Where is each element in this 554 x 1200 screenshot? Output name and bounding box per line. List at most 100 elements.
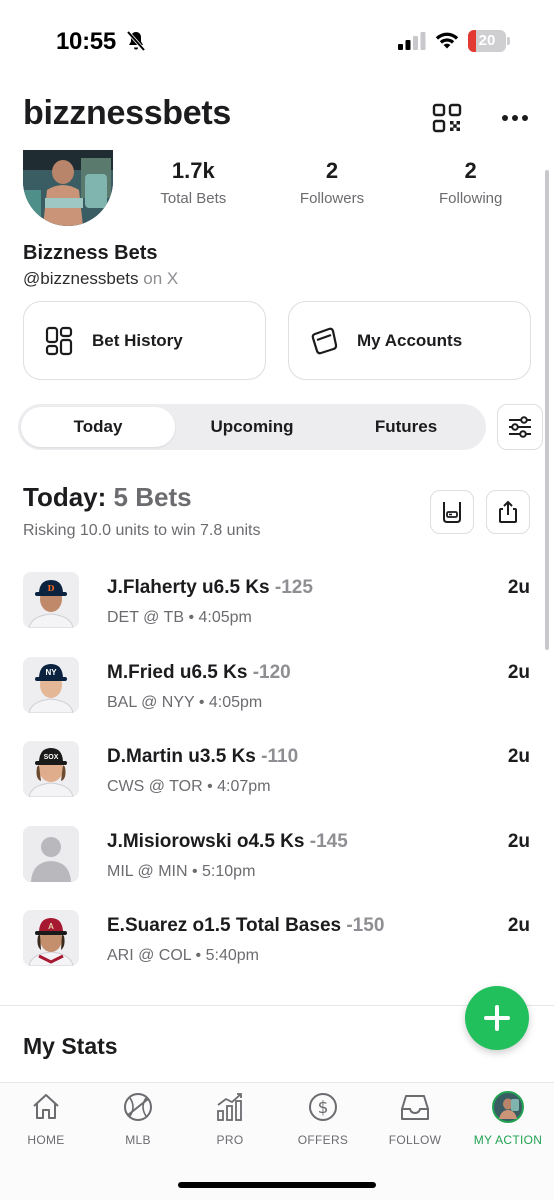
tab-label: MY ACTION (473, 1133, 543, 1147)
more-options-icon[interactable] (500, 108, 530, 128)
page-title: bizznessbets (23, 94, 232, 132)
section-title: Today: 5 Bets (23, 482, 192, 513)
battery-indicator: 20 (468, 30, 510, 52)
social-handle[interactable]: @bizznessbets on X (23, 269, 178, 289)
bell-muted-icon (126, 30, 146, 52)
bet-units: 2u (507, 915, 530, 936)
bet-row[interactable]: A E.Suarez o1.5 Total Bases -150 ARI @ C… (0, 910, 554, 980)
display-name: Bizzness Bets (23, 242, 158, 264)
bet-units: 2u (507, 577, 530, 598)
share-button[interactable] (486, 490, 530, 534)
cellular-signal-icon (398, 32, 426, 50)
profile-avatar-icon (492, 1091, 524, 1123)
plus-icon (484, 1005, 510, 1031)
tab-label: HOME (27, 1133, 65, 1147)
bet-slip-button[interactable] (430, 490, 474, 534)
handle-text: @bizznessbets (23, 269, 139, 288)
filter-button[interactable] (497, 404, 543, 450)
bet-pick: D.Martin u3.5 Ks -110 (107, 746, 298, 768)
qr-code-icon[interactable] (432, 103, 462, 133)
stat-value: 1.7k (171, 158, 215, 183)
my-accounts-button[interactable]: My Accounts (288, 301, 531, 380)
bet-pick: E.Suarez o1.5 Total Bases -150 (107, 915, 384, 937)
tab-label: PRO (216, 1133, 244, 1147)
tab-mlb[interactable]: MLB (92, 1091, 184, 1151)
bet-pick: J.Misiorowski o4.5 Ks -145 (107, 831, 348, 853)
home-icon (33, 1094, 59, 1119)
tab-follow[interactable]: FOLLOW (369, 1091, 461, 1151)
profile-stats: 1.7k Total Bets 2 Followers 2 Following (124, 158, 540, 218)
bet-odds: -120 (252, 662, 291, 683)
tab-home[interactable]: HOME (0, 1091, 92, 1151)
bet-row[interactable]: NY M.Fried u6.5 Ks -120 BAL @ NYY • 4:05… (0, 657, 554, 727)
home-indicator[interactable] (178, 1182, 376, 1188)
bet-pick-text: E.Suarez o1.5 Total Bases (107, 915, 342, 936)
stat-total-bets[interactable]: 1.7k Total Bets (124, 158, 263, 218)
bet-slip-icon (443, 502, 461, 523)
my-stats-heading: My Stats (23, 1033, 118, 1059)
status-time: 10:55 (56, 28, 116, 55)
battery-percent: 20 (478, 32, 496, 49)
player-avatar: D (23, 572, 79, 628)
profile-avatar[interactable] (23, 150, 113, 226)
stat-label: Total Bets (160, 190, 227, 207)
bets-period-tabs: Today Upcoming Futures (18, 404, 486, 450)
player-avatar: NY (23, 657, 79, 713)
bet-history-button[interactable]: Bet History (23, 301, 266, 380)
stat-label: Following (438, 190, 503, 207)
bet-game-info: ARI @ COL • 5:40pm (107, 947, 259, 964)
svg-text:D: D (48, 583, 55, 593)
svg-text:SOX: SOX (44, 754, 59, 761)
my-accounts-label: My Accounts (357, 330, 463, 350)
profile-photo (23, 150, 113, 226)
tab-upcoming[interactable]: Upcoming (175, 407, 329, 447)
tab-today[interactable]: Today (21, 407, 175, 447)
risk-summary: Risking 10.0 units to win 7.8 units (23, 522, 261, 539)
person-placeholder-icon (23, 826, 79, 882)
chart-trend-icon (217, 1093, 242, 1121)
tab-offers[interactable]: $ OFFERS (277, 1091, 369, 1151)
share-icon (499, 500, 517, 523)
bet-row[interactable]: J.Misiorowski o4.5 Ks -145 MIL @ MIN • 5… (0, 826, 554, 896)
tab-futures[interactable]: Futures (329, 407, 483, 447)
stat-value: 2 (464, 158, 477, 183)
bet-game-info: BAL @ NYY • 4:05pm (107, 694, 263, 711)
stat-following[interactable]: 2 Following (401, 158, 540, 218)
tab-label: OFFERS (297, 1133, 349, 1147)
stat-label: Followers (299, 190, 365, 207)
tab-label: MLB (125, 1133, 151, 1147)
bet-game-info: CWS @ TOR • 4:07pm (107, 778, 271, 795)
baseball-icon (124, 1093, 152, 1121)
bet-pick: J.Flaherty u6.5 Ks -125 (107, 577, 313, 599)
player-avatar-placeholder (23, 826, 79, 882)
layout-grid-icon (45, 326, 73, 355)
bet-odds: -145 (309, 831, 348, 852)
bet-pick-text: J.Flaherty u6.5 Ks (107, 577, 270, 598)
bet-history-label: Bet History (92, 330, 183, 350)
bet-row[interactable]: SOX D.Martin u3.5 Ks -110 CWS @ TOR • 4:… (0, 741, 554, 811)
bet-pick-text: M.Fried u6.5 Ks (107, 662, 248, 683)
sliders-icon (509, 416, 531, 438)
bet-count: 5 Bets (113, 482, 192, 512)
scrollbar[interactable] (545, 170, 549, 650)
bet-units: 2u (507, 746, 530, 767)
bet-game-info: DET @ TB • 4:05pm (107, 609, 252, 626)
svg-text:NY: NY (45, 668, 57, 677)
wallet-icon (311, 327, 338, 354)
wifi-icon (435, 32, 459, 49)
bet-game-info: MIL @ MIN • 5:10pm (107, 863, 256, 880)
add-bet-button[interactable] (465, 986, 529, 1050)
tab-my-action[interactable]: MY ACTION (462, 1091, 554, 1151)
bet-units: 2u (507, 831, 530, 852)
bet-row[interactable]: D J.Flaherty u6.5 Ks -125 DET @ TB • 4:0… (0, 572, 554, 642)
stat-value: 2 (325, 158, 339, 183)
bet-pick-text: D.Martin u3.5 Ks (107, 746, 256, 767)
player-avatar: A (23, 910, 79, 966)
tab-pro[interactable]: PRO (184, 1091, 276, 1151)
bet-odds: -125 (274, 577, 313, 598)
bet-units: 2u (507, 662, 530, 683)
dollar-circle-icon: $ (309, 1093, 337, 1121)
bet-pick-text: J.Misiorowski o4.5 Ks (107, 831, 305, 852)
bet-odds: -110 (261, 746, 299, 767)
stat-followers[interactable]: 2 Followers (263, 158, 402, 218)
